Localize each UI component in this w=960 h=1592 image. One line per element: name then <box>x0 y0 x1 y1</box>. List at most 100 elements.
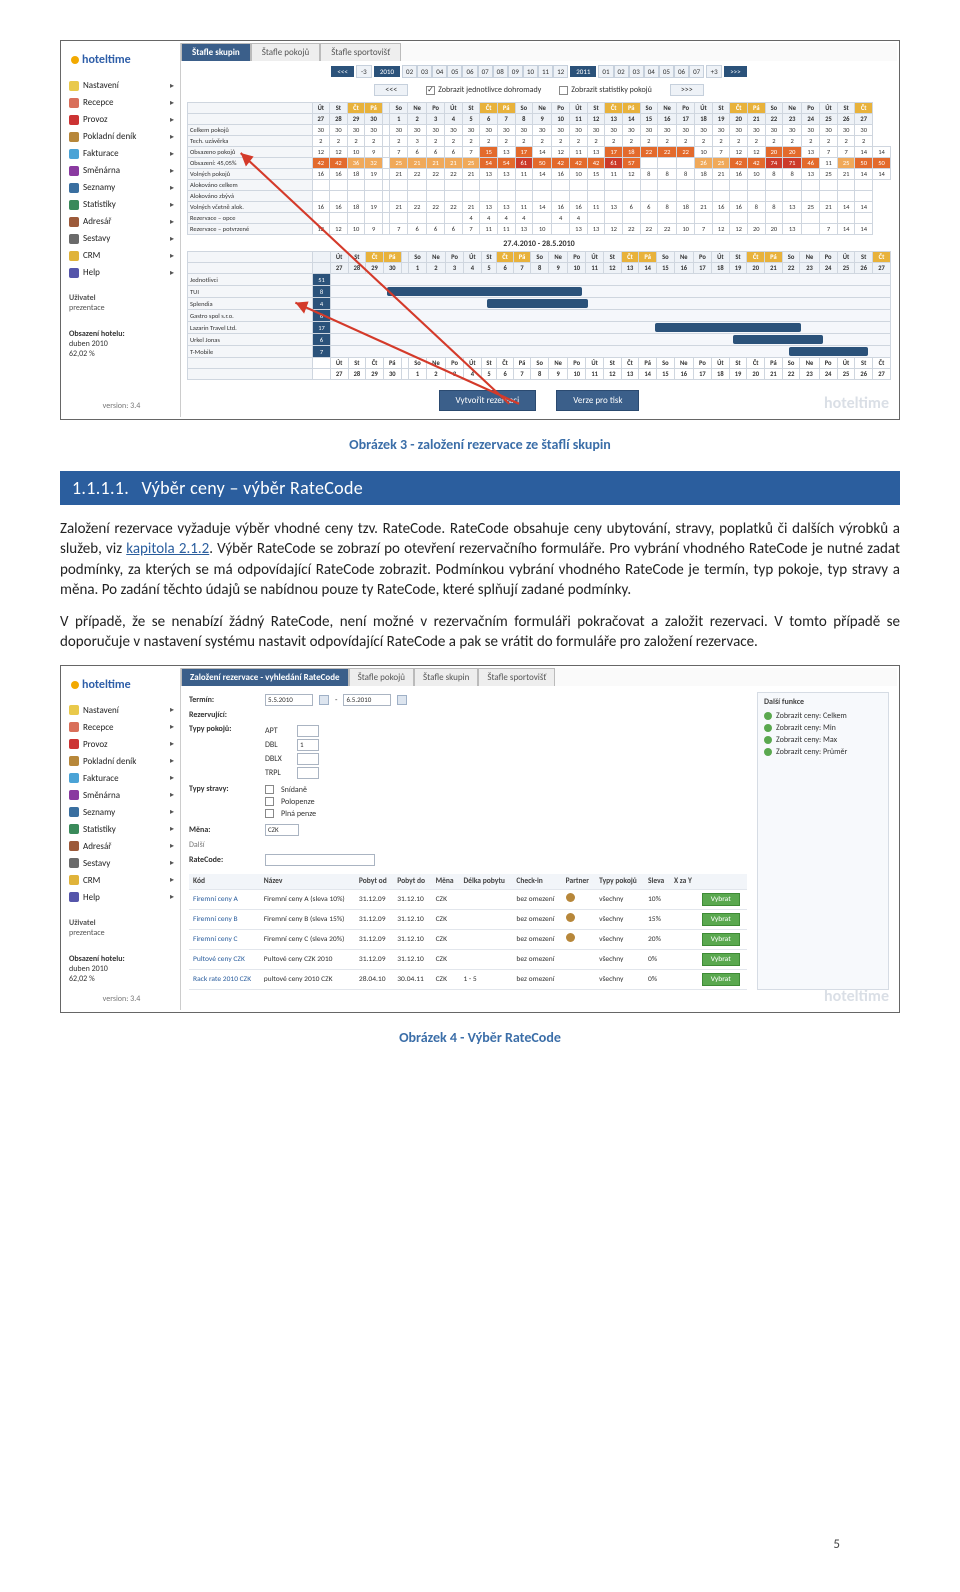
grid-cell[interactable]: 2 <box>570 136 588 147</box>
grid-cell[interactable]: 21 <box>408 158 427 169</box>
grid-cell[interactable] <box>390 191 408 202</box>
grid-cell[interactable] <box>712 180 730 191</box>
grid-cell[interactable]: 22 <box>658 224 677 235</box>
grid-cell[interactable]: 54 <box>497 158 515 169</box>
grid-cell[interactable] <box>330 180 348 191</box>
grid-cell[interactable]: 2 <box>587 136 605 147</box>
grid-cell[interactable] <box>347 213 365 224</box>
sidebar-item-nastavení[interactable]: Nastavení▸ <box>67 77 176 94</box>
grid-cell[interactable]: 13 <box>605 202 623 213</box>
grid-cell[interactable]: 13 <box>587 224 605 235</box>
grid-cell[interactable]: 50 <box>855 158 873 169</box>
grid-cell[interactable]: 21 <box>427 158 445 169</box>
grid-cell[interactable]: 30 <box>445 125 463 136</box>
month-cell[interactable]: 08 <box>493 65 508 78</box>
grid-cell[interactable] <box>480 191 498 202</box>
grid-cell[interactable]: 4 <box>570 213 588 224</box>
grid-cell[interactable]: 30 <box>462 125 480 136</box>
grid-cell[interactable]: 13 <box>497 202 515 213</box>
group-label[interactable]: Lazarin Travel Ltd. <box>188 322 313 334</box>
grid-cell[interactable] <box>497 191 515 202</box>
grid-cell[interactable] <box>658 213 677 224</box>
grid-cell[interactable]: 8 <box>783 169 802 180</box>
grid-cell[interactable] <box>570 180 588 191</box>
grid-cell[interactable]: 2 <box>802 136 820 147</box>
group-label[interactable]: Urkel Jonas <box>188 334 313 346</box>
reservation-bar[interactable] <box>789 347 867 356</box>
grid-cell[interactable] <box>802 213 820 224</box>
grid-cell[interactable]: 2 <box>837 136 855 147</box>
sidebar-item-pokladní deník[interactable]: Pokladní deník▸ <box>67 128 176 145</box>
grid-cell[interactable]: 7 <box>712 147 730 158</box>
grid-cell[interactable]: 16 <box>730 169 748 180</box>
grid-cell[interactable] <box>820 180 838 191</box>
grid-cell[interactable]: 54 <box>480 158 498 169</box>
grid-cell[interactable]: 42 <box>587 158 605 169</box>
date-from-input[interactable]: 5.5.2010 <box>265 694 313 706</box>
cell-kod[interactable]: Rack rate 2010 CZK <box>189 969 260 989</box>
select-button[interactable]: Vybrat <box>702 933 740 946</box>
grid-cell[interactable]: 11 <box>515 169 533 180</box>
grid-cell[interactable] <box>552 180 570 191</box>
reservation-bar[interactable] <box>487 299 588 308</box>
scroll-right-arrow[interactable]: >>> <box>724 66 746 77</box>
grid-cell[interactable]: 30 <box>587 125 605 136</box>
month-cell[interactable]: 07 <box>478 65 493 78</box>
opt-roomstats[interactable]: Zobrazit statistiky pokojů <box>559 85 652 95</box>
grid-cell[interactable]: 30 <box>765 125 783 136</box>
grid-cell[interactable]: 2 <box>445 136 463 147</box>
grid-cell[interactable]: 2 <box>695 136 713 147</box>
grid-cell[interactable] <box>640 158 658 169</box>
grid-cell[interactable] <box>765 191 783 202</box>
grid-cell[interactable]: 18 <box>347 202 365 213</box>
reservation-bar[interactable] <box>387 287 583 296</box>
grid-cell[interactable]: 22 <box>445 169 463 180</box>
month-cell[interactable]: 02 <box>402 65 417 78</box>
grid-cell[interactable] <box>587 191 605 202</box>
grid-cell[interactable]: 13 <box>802 169 820 180</box>
grid-cell[interactable]: 6 <box>427 147 445 158</box>
bar-track[interactable] <box>330 334 890 346</box>
tab-0[interactable]: Založení rezervace - vyhledání RateCode <box>181 668 349 686</box>
group-label[interactable]: T-Mobile <box>188 346 313 358</box>
grid-cell[interactable]: 10 <box>533 224 552 235</box>
grid-cell[interactable]: 2 <box>783 136 802 147</box>
grid-cell[interactable]: 11 <box>497 224 515 235</box>
month-cell[interactable]: 10 <box>523 65 538 78</box>
grid-cell[interactable]: 7 <box>820 147 838 158</box>
grid-cell[interactable]: 2 <box>622 136 640 147</box>
grid-cell[interactable] <box>695 191 713 202</box>
grid-cell[interactable]: 17 <box>605 147 623 158</box>
opt-together[interactable]: Zobrazit jednotlivce dohromady <box>426 85 541 95</box>
tab-1[interactable]: Štafle pokojů <box>251 43 320 61</box>
grid-cell[interactable] <box>382 147 390 158</box>
grid-cell[interactable] <box>480 180 498 191</box>
grid-cell[interactable] <box>408 180 427 191</box>
offset-left[interactable]: -3 <box>356 65 372 78</box>
grid-cell[interactable] <box>747 191 765 202</box>
grid-cell[interactable]: 36 <box>347 158 365 169</box>
grid-cell[interactable]: 10 <box>677 224 695 235</box>
grid-cell[interactable]: 4 <box>552 213 570 224</box>
grid-cell[interactable]: 30 <box>622 125 640 136</box>
grid-cell[interactable]: 21 <box>390 169 408 180</box>
grid-cell[interactable] <box>820 213 838 224</box>
sidebar-item-statistiky[interactable]: Statistiky▸ <box>67 821 176 838</box>
grid-cell[interactable]: 22 <box>640 147 658 158</box>
month-cell[interactable]: 04 <box>432 65 447 78</box>
sidebar-item-směnárna[interactable]: Směnárna▸ <box>67 787 176 804</box>
grid-cell[interactable]: 25 <box>462 158 480 169</box>
grid-cell[interactable] <box>365 213 383 224</box>
grid-cell[interactable]: 9 <box>365 147 383 158</box>
grid-cell[interactable]: 20 <box>765 147 783 158</box>
grid-cell[interactable] <box>837 213 855 224</box>
grid-cell[interactable]: 12 <box>605 224 623 235</box>
month-cell[interactable]: 05 <box>447 65 462 78</box>
grid-cell[interactable] <box>783 180 802 191</box>
bar-track[interactable] <box>330 286 890 298</box>
grid-cell[interactable]: 20 <box>747 224 765 235</box>
grid-cell[interactable]: 13 <box>515 224 533 235</box>
bar-track[interactable] <box>330 322 890 334</box>
grid-cell[interactable] <box>605 180 623 191</box>
grid-cell[interactable] <box>445 180 463 191</box>
